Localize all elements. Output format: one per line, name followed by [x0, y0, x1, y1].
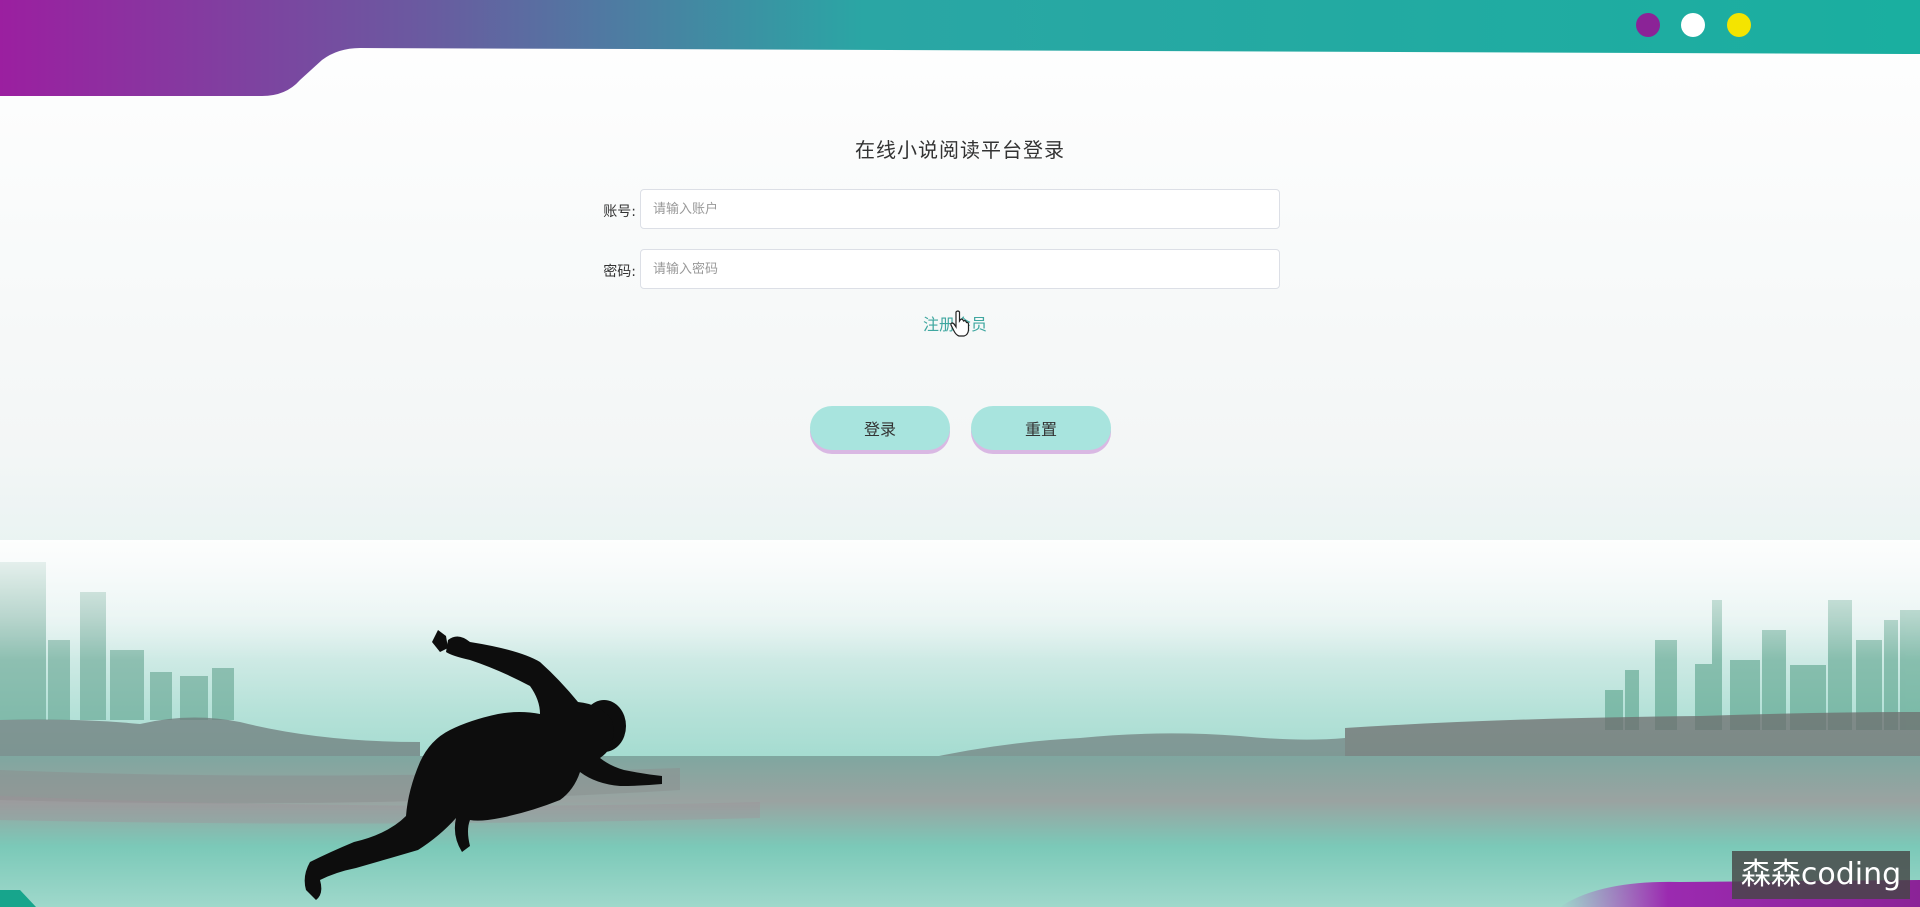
login-form: 在线小说阅读平台登录 账号: 密码: 注册会员 登录 重置 — [0, 0, 1920, 907]
password-row: 密码: — [592, 249, 1282, 291]
password-label: 密码: — [603, 264, 636, 280]
password-input[interactable] — [640, 249, 1280, 289]
hand-cursor-icon — [950, 310, 970, 337]
reset-button[interactable]: 重置 — [971, 406, 1111, 450]
account-row: 账号: — [592, 189, 1282, 231]
account-input[interactable] — [640, 189, 1280, 229]
login-button[interactable]: 登录 — [810, 406, 950, 450]
watermark: 森森coding — [1732, 851, 1910, 899]
page-title: 在线小说阅读平台登录 — [855, 138, 1065, 162]
account-label: 账号: — [603, 204, 636, 220]
